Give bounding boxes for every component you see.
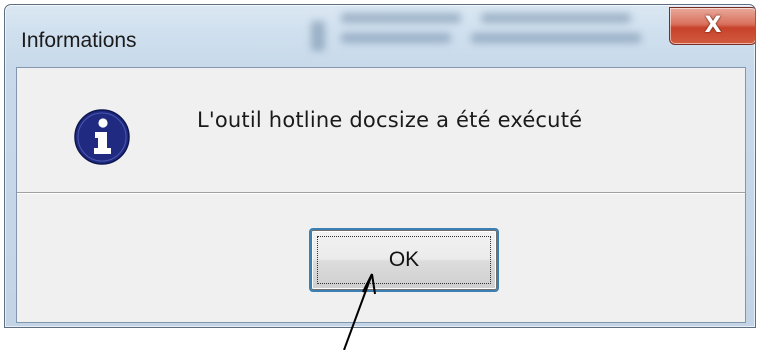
ok-button-label: OK [388,248,420,271]
title-bar[interactable]: Informations X [5,5,755,67]
dialog-message: L'outil hotline docsize a été exécuté [197,108,583,132]
screenshot-stage: Informations X L'outil hotline docsize a… [0,0,760,350]
dialog-title: Informations [21,29,137,52]
footer-separator [17,192,745,194]
annotation-arrow-icon [343,273,376,350]
close-icon: X [704,13,722,38]
close-button[interactable]: X [669,7,755,45]
message-area: L'outil hotline docsize a été exécuté [17,68,745,192]
information-icon [74,109,130,165]
aero-glass-background [301,7,701,65]
